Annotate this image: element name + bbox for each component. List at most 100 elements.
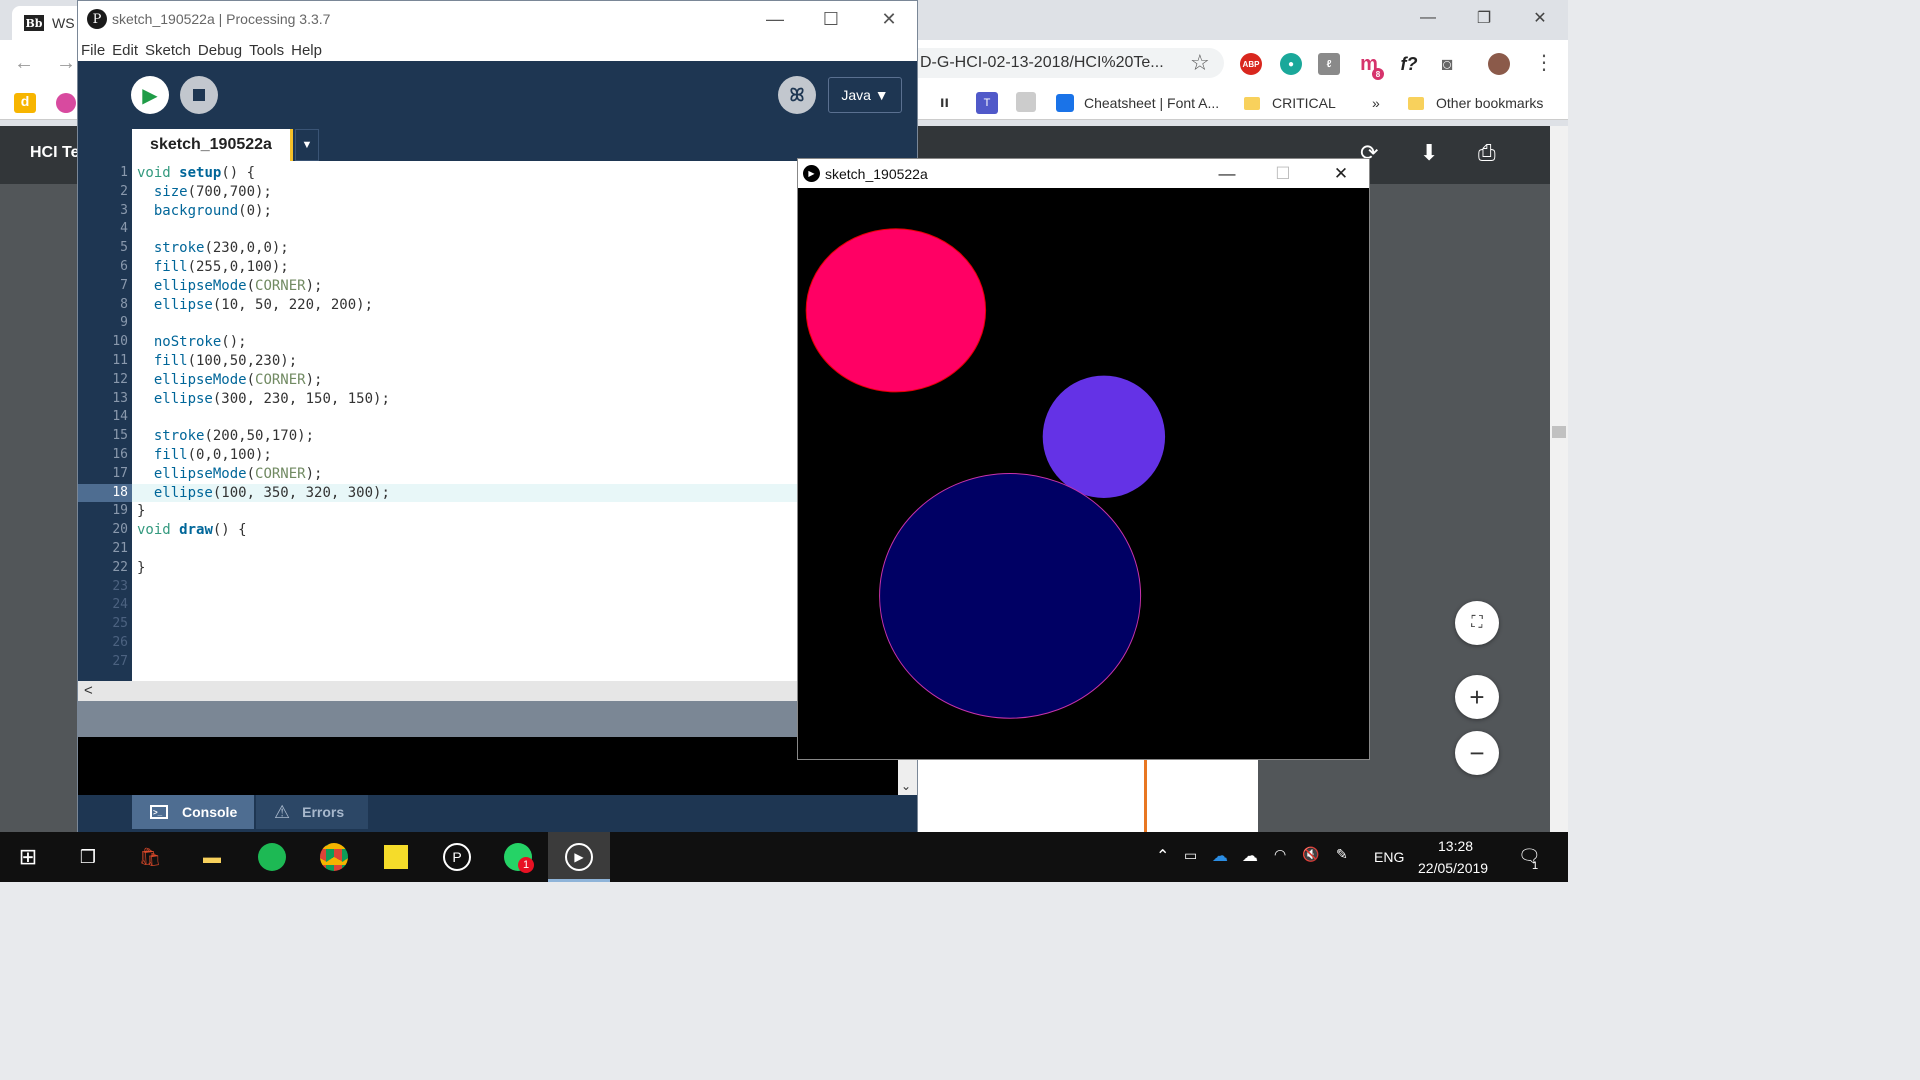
- tab-menu-button[interactable]: ▼: [295, 129, 319, 161]
- active-taskbar-item[interactable]: ▶: [548, 832, 610, 882]
- address-bar[interactable]: D-G-HCI-02-13-2018/HCI%20Te...: [916, 48, 1224, 78]
- sketch-titlebar: ▶ sketch_190522a — ☐ ✕: [798, 159, 1369, 188]
- tab-errors-label: Errors: [302, 804, 345, 820]
- cloud-icon[interactable]: ☁: [1242, 846, 1258, 866]
- ide-maximize-button[interactable]: ☐: [802, 1, 860, 37]
- download-icon[interactable]: ⬇: [1420, 140, 1438, 166]
- browser-restore-button[interactable]: ❐: [1456, 0, 1512, 36]
- mode-selector[interactable]: Java ▼: [828, 77, 902, 113]
- sketch-tab[interactable]: sketch_190522a: [132, 129, 293, 161]
- processing-logo-icon: P: [87, 9, 107, 29]
- volume-muted-icon[interactable]: 🔇: [1302, 846, 1319, 863]
- battery-icon[interactable]: ▭: [1184, 847, 1197, 864]
- bookmarks-overflow-button[interactable]: »: [1372, 92, 1380, 114]
- scroll-left-icon[interactable]: <: [84, 682, 93, 699]
- code-editor[interactable]: 1 void setup() {2 size(700,700); 3 backgro…: [78, 161, 917, 681]
- sticky-notes-icon[interactable]: [380, 841, 412, 873]
- print-icon[interactable]: ⎙: [1478, 140, 1496, 166]
- clock-time[interactable]: 13:28: [1438, 838, 1473, 854]
- pdf-page: [916, 760, 1258, 832]
- code-line-text: stroke(200,50,170);: [153, 428, 315, 445]
- code-line-text: ellipse(100, 350, 320, 300);: [153, 484, 390, 501]
- whatsapp-icon[interactable]: 1: [502, 841, 534, 873]
- code-line-text: fill(100,50,230);: [153, 353, 298, 369]
- tab-console[interactable]: >_ Console: [132, 795, 254, 829]
- line-number: 26: [112, 635, 128, 650]
- notification-count: 1: [1532, 860, 1539, 872]
- sketch-tab-row: sketch_190522a ▼: [78, 127, 917, 161]
- palette-icon[interactable]: ●: [1280, 53, 1302, 75]
- line-number: 10: [112, 334, 128, 350]
- tab-console-label: Console: [182, 804, 238, 820]
- play-icon: ▶: [565, 843, 593, 871]
- scrollbar-thumb[interactable]: [1552, 426, 1566, 438]
- debugger-button[interactable]: ꕤ: [778, 76, 816, 114]
- bookmark-play-icon[interactable]: [56, 93, 76, 113]
- camera-icon[interactable]: ◙: [1436, 53, 1458, 75]
- teams-icon[interactable]: T: [976, 92, 998, 114]
- menu-file[interactable]: File: [81, 42, 105, 59]
- task-view-icon[interactable]: ❒: [72, 841, 104, 873]
- back-icon[interactable]: ←: [14, 52, 34, 75]
- menu-debug[interactable]: Debug: [198, 42, 242, 59]
- line-number: 18: [78, 483, 132, 503]
- bookmark-bar-chart-icon[interactable]: ıı: [940, 94, 949, 112]
- ide-close-button[interactable]: ✕: [860, 1, 918, 37]
- bookmark-cheatsheet[interactable]: Cheatsheet | Font A...: [1056, 92, 1219, 114]
- ide-minimize-button[interactable]: —: [746, 1, 804, 37]
- star-icon[interactable]: ☆: [1190, 50, 1210, 76]
- code-line-text: size(700,700);: [153, 183, 272, 200]
- pdf-scrollbar[interactable]: [1550, 126, 1568, 832]
- windows-start-icon[interactable]: ⊞: [12, 841, 44, 873]
- sketch-taskbar-icon: ▶: [563, 841, 595, 873]
- processing-ide-window: P sketch_190522a | Processing 3.3.7 — ☐ …: [77, 0, 918, 833]
- onedrive-icon[interactable]: ☁: [1212, 846, 1228, 866]
- menu-edit[interactable]: Edit: [112, 42, 138, 59]
- spotify-icon[interactable]: [256, 841, 288, 873]
- adblock-icon[interactable]: ABP: [1240, 53, 1262, 75]
- language-indicator[interactable]: ENG: [1374, 849, 1404, 865]
- browser-close-button[interactable]: ✕: [1512, 0, 1568, 36]
- browser-minimize-button[interactable]: —: [1400, 0, 1456, 36]
- forward-icon[interactable]: →: [56, 52, 76, 75]
- run-button[interactable]: ▶: [131, 76, 169, 114]
- code-line-text: fill(0,0,100);: [153, 447, 272, 463]
- menu-help[interactable]: Help: [291, 42, 322, 59]
- line-number: 16: [112, 447, 128, 462]
- tray-chevron-up-icon[interactable]: ⌃: [1156, 846, 1169, 866]
- zoom-in-button[interactable]: +: [1455, 675, 1499, 719]
- store-icon[interactable]: 🛍: [134, 841, 166, 873]
- zoom-out-button[interactable]: −: [1455, 731, 1499, 775]
- pen-icon[interactable]: ✎: [1336, 846, 1348, 863]
- wifi-icon[interactable]: ◠: [1274, 846, 1286, 863]
- clock-date[interactable]: 22/05/2019: [1418, 860, 1488, 876]
- line-number: 12: [112, 371, 128, 387]
- code-line-text: background(0);: [153, 202, 272, 219]
- sketch-maximize-button[interactable]: ☐: [1254, 159, 1312, 188]
- chrome-menu-icon[interactable]: ⋮: [1534, 50, 1554, 75]
- url-text: D-G-HCI-02-13-2018/HCI%20Te...: [920, 54, 1164, 71]
- font-icon[interactable]: f?: [1398, 53, 1420, 75]
- chrome-icon[interactable]: [318, 841, 350, 873]
- stop-button[interactable]: [180, 76, 218, 114]
- avatar[interactable]: [1488, 53, 1510, 75]
- file-explorer-icon[interactable]: ▬: [196, 841, 228, 873]
- line-number: 25: [112, 616, 128, 632]
- line-number: 4: [120, 221, 128, 237]
- processing-taskbar-icon[interactable]: P: [441, 841, 473, 873]
- tab-errors[interactable]: ⚠ Errors: [256, 795, 368, 829]
- bookmark-app-icon[interactable]: d: [14, 93, 36, 113]
- bookmark-other[interactable]: Other bookmarks: [1408, 92, 1543, 114]
- sketch-close-button[interactable]: ✕: [1312, 159, 1370, 188]
- editor-horizontal-scrollbar[interactable]: <: [78, 681, 917, 701]
- sketch-canvas[interactable]: [798, 188, 1369, 759]
- menu-tools[interactable]: Tools: [249, 42, 284, 59]
- butterfly-icon: ꕤ: [789, 84, 805, 105]
- fit-to-page-button[interactable]: ⛶: [1455, 601, 1499, 645]
- bookmark-critical[interactable]: CRITICAL: [1244, 92, 1336, 114]
- chevron-down-icon[interactable]: ⌄: [901, 779, 911, 793]
- extension-icon[interactable]: ℓ: [1318, 53, 1340, 75]
- trello-icon[interactable]: [1016, 92, 1036, 112]
- sketch-minimize-button[interactable]: —: [1198, 159, 1256, 188]
- menu-sketch[interactable]: Sketch: [145, 42, 191, 59]
